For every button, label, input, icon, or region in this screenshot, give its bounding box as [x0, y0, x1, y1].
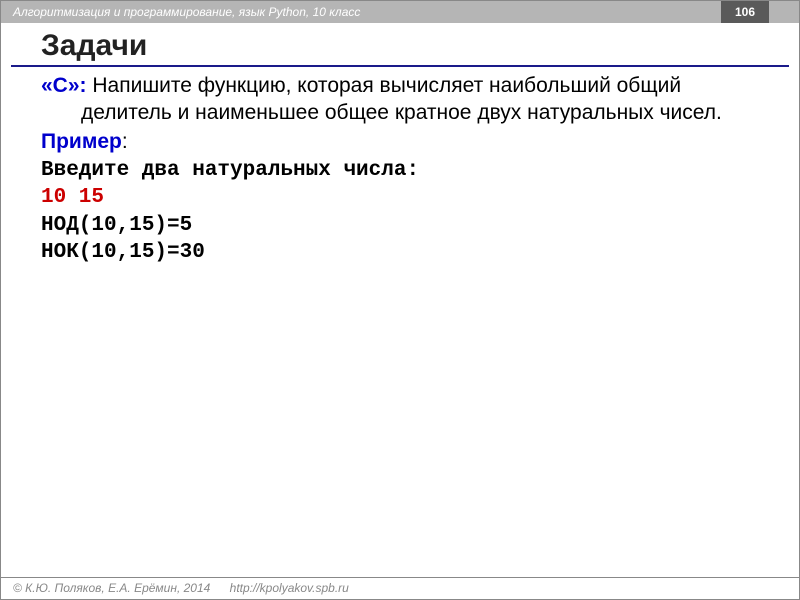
content-area: «С»: Напишите функцию, которая вычисляет… [1, 67, 799, 266]
footer: © К.Ю. Поляков, Е.А. Ерёмин, 2014 http:/… [1, 577, 799, 599]
breadcrumb: Алгоритмизация и программирование, язык … [13, 5, 360, 19]
example-colon: : [122, 130, 128, 153]
header-bar: Алгоритмизация и программирование, язык … [1, 1, 799, 23]
slide: Алгоритмизация и программирование, язык … [0, 0, 800, 600]
example-prompt: Введите два натуральных числа: [41, 158, 759, 184]
example-output-2: НОК(10,15)=30 [41, 240, 759, 266]
footer-url: http://kpolyakov.spb.ru [230, 581, 349, 595]
example-heading: Пример: [41, 127, 759, 156]
task-statement: «С»: Напишите функцию, которая вычисляет… [41, 73, 759, 127]
page-title: Задачи [11, 23, 789, 67]
footer-copyright: © К.Ю. Поляков, Е.А. Ерёмин, 2014 [13, 581, 210, 595]
example-label: Пример [41, 129, 122, 156]
example-input: 10 15 [41, 185, 759, 211]
example-output-1: НОД(10,15)=5 [41, 213, 759, 239]
task-text: Напишите функцию, которая вычисляет наиб… [81, 74, 722, 124]
task-label: «С»: [41, 74, 87, 97]
page-number: 106 [721, 1, 769, 23]
